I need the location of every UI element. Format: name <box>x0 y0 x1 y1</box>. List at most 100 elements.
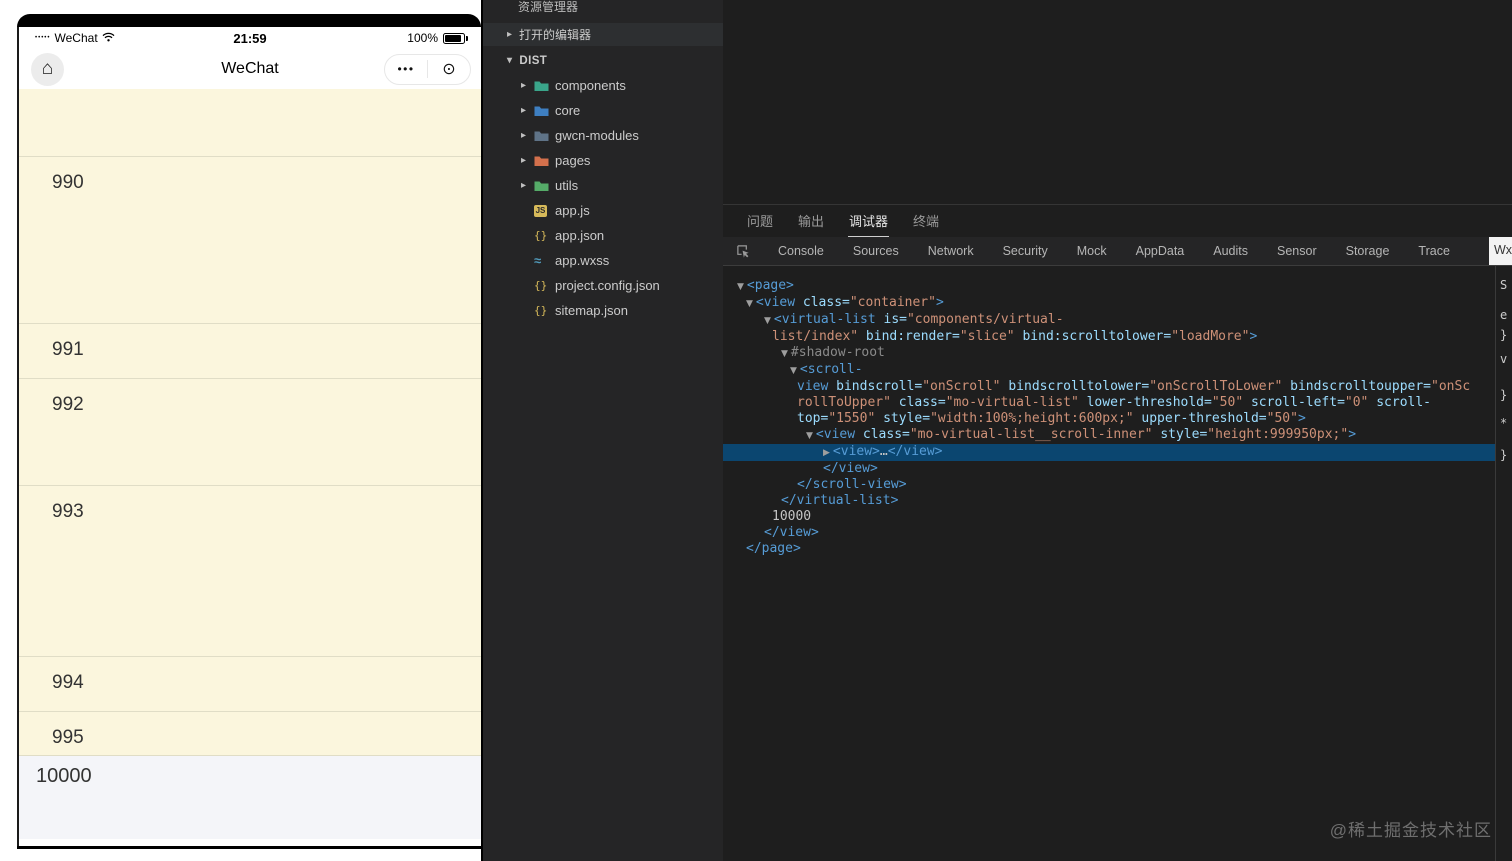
dom-node[interactable]: </view> <box>723 525 1495 541</box>
dom-node[interactable]: </virtual-list> <box>723 493 1495 509</box>
dom-node[interactable]: ▼ #shadow-root <box>723 345 1495 362</box>
json-file-icon: {} <box>534 279 548 292</box>
explorer-item-gwcn-modules[interactable]: ▸ gwcn-modules <box>483 123 723 148</box>
devtools-tabs-container: Console Sources Network Security Mock AppData… <box>778 244 1479 258</box>
more-menu-button[interactable]: ••• <box>385 62 427 76</box>
explorer-item-core[interactable]: ▸ core <box>483 98 723 123</box>
explorer-items: ▸ components ▸ core ▸ gwcn-modules ▸ pages ▸ util… <box>483 73 723 323</box>
app-window: ••••• WeChat 21:59 100% ⌂ WeChat ••• ⊙ 9… <box>0 0 1512 861</box>
dom-node[interactable]: ▼ <scroll- <box>723 362 1495 379</box>
explorer-item-utils[interactable]: ▸ utils <box>483 173 723 198</box>
panel-tab-0[interactable]: 问题 <box>746 205 774 237</box>
battery-icon <box>443 32 468 44</box>
dom-node-selected[interactable]: ▶ <view>…</view> <box>723 444 1495 461</box>
mini-program-navbar: ⌂ WeChat ••• ⊙ <box>19 49 481 89</box>
devtools-tab-audits[interactable]: Audits <box>1213 244 1248 258</box>
capsule-menu: ••• ⊙ <box>384 53 471 85</box>
list-item-label <box>19 89 481 104</box>
battery-percent-label: 100% <box>407 31 438 45</box>
workspace-root-dist[interactable]: ▾ DIST <box>483 48 723 73</box>
chevron-right-icon: ▸ <box>521 80 527 91</box>
styles-fragment: S <box>1500 278 1508 292</box>
chevron-right-icon: ▸ <box>521 105 527 116</box>
dom-node[interactable]: top="1550" style="width:100%;height:600p… <box>723 411 1495 427</box>
panel-tab-1[interactable]: 输出 <box>797 205 825 237</box>
watermark-label: @稀土掘金技术社区 <box>1329 821 1492 840</box>
js-file-icon: JS <box>534 204 547 217</box>
explorer-item-pages[interactable]: ▸ pages <box>483 148 723 173</box>
list-item[interactable]: 992 <box>19 379 481 486</box>
list-item[interactable]: 994 <box>19 657 481 712</box>
explorer-item-project-config-json[interactable]: {} project.config.json <box>483 273 723 298</box>
list-item[interactable] <box>19 89 481 157</box>
explorer-item-label: core <box>555 103 581 118</box>
explorer-item-sitemap-json[interactable]: {} sitemap.json <box>483 298 723 323</box>
styles-pane-partial: Se} v} *} <box>1495 266 1512 861</box>
explorer-item-label: app.js <box>555 203 590 218</box>
devtools-tab-bar: Console Sources Network Security Mock AppData… <box>723 237 1512 266</box>
phone-top-bezel <box>17 14 481 27</box>
list-item[interactable]: 995 <box>19 712 481 756</box>
simulator-panel: ••••• WeChat 21:59 100% ⌂ WeChat ••• ⊙ 9… <box>0 0 481 861</box>
list-item[interactable]: 991 <box>19 324 481 379</box>
json-file-icon: {} <box>534 304 548 317</box>
chevron-right-icon: ▸ <box>507 29 513 40</box>
inspect-element-icon[interactable] <box>736 244 751 259</box>
panel-tab-2[interactable]: 调试器 <box>848 205 890 237</box>
total-count-row: 10000 <box>19 756 481 839</box>
styles-fragment: } <box>1500 448 1508 462</box>
json-file-icon: {} <box>534 229 548 242</box>
devtools-tab-storage[interactable]: Storage <box>1346 244 1390 258</box>
dom-node[interactable]: ▼ <view class="container"> <box>723 295 1495 312</box>
explorer-item-app-js[interactable]: JS app.js <box>483 198 723 223</box>
explorer-item-components[interactable]: ▸ components <box>483 73 723 98</box>
chevron-down-icon: ▾ <box>507 55 513 66</box>
explorer-item-label: gwcn-modules <box>555 128 639 143</box>
list-item[interactable]: 993 <box>19 486 481 657</box>
wxss-file-icon: ≈ <box>534 253 542 268</box>
workspace-root-label: DIST <box>519 54 548 67</box>
phone-bottom-bezel <box>17 846 481 849</box>
list-item-label: 991 <box>52 339 84 360</box>
dom-node[interactable]: ▼ <virtual-list is="components/virtual- <box>723 312 1495 329</box>
chevron-right-icon: ▸ <box>521 130 527 141</box>
devtools-tab-sensor[interactable]: Sensor <box>1277 244 1317 258</box>
dom-node[interactable]: </view> <box>723 461 1495 477</box>
devtools-tab-appdata[interactable]: AppData <box>1136 244 1185 258</box>
devtools-tab-trace[interactable]: Trace <box>1418 244 1450 258</box>
explorer-item-label: sitemap.json <box>555 303 628 318</box>
explorer-item-label: utils <box>555 178 579 193</box>
explorer-item-label: components <box>555 78 626 93</box>
explorer-item-label: app.json <box>555 228 605 243</box>
devtools-tab-console[interactable]: Console <box>778 244 824 258</box>
devtools-tab-mock[interactable]: Mock <box>1077 244 1107 258</box>
dom-node[interactable]: 10000 <box>723 509 1495 525</box>
list-item-label: 995 <box>52 727 84 748</box>
explorer-item-app-wxss[interactable]: ≈ app.wxss <box>483 248 723 273</box>
tab-wxml-partial[interactable]: Wx <box>1489 237 1512 265</box>
devtools-tab-network[interactable]: Network <box>928 244 974 258</box>
home-button[interactable]: ⌂ <box>31 52 64 86</box>
close-minibar-button[interactable]: ⊙ <box>428 59 470 79</box>
dom-node[interactable]: </scroll-view> <box>723 477 1495 493</box>
list-item-label: 990 <box>52 172 84 193</box>
dom-node[interactable]: view bindscroll="onScroll" bindscrolltol… <box>723 379 1495 395</box>
list-item[interactable]: 990 <box>19 157 481 324</box>
explorer-item-app-json[interactable]: {} app.json <box>483 223 723 248</box>
dom-node[interactable]: list/index" bind:render="slice" bind:scr… <box>723 329 1495 345</box>
devtools-tab-security[interactable]: Security <box>1003 244 1048 258</box>
styles-fragment: } <box>1500 328 1508 342</box>
editor-empty-area <box>723 0 1512 204</box>
open-editors-section[interactable]: ▸ 打开的编辑器 <box>483 23 723 46</box>
folder-icon <box>534 155 555 167</box>
dom-node[interactable]: rollToUpper" class="mo-virtual-list" low… <box>723 395 1495 411</box>
panel-tab-3[interactable]: 终端 <box>912 205 940 237</box>
styles-fragment: e <box>1500 308 1508 322</box>
dom-node[interactable]: </page> <box>723 541 1495 557</box>
dom-node[interactable]: ▼ <view class="mo-virtual-list__scroll-in… <box>723 427 1495 444</box>
dom-node[interactable]: ▼ <page> <box>723 278 1495 295</box>
wxml-tree: ▼ <page> ▼ <view class="container"> ▼ <virtua… <box>723 278 1495 861</box>
folder-icon <box>534 105 555 117</box>
devtools-tab-sources[interactable]: Sources <box>853 244 899 258</box>
phone-screen: ••••• WeChat 21:59 100% ⌂ WeChat ••• ⊙ 9… <box>17 27 481 846</box>
